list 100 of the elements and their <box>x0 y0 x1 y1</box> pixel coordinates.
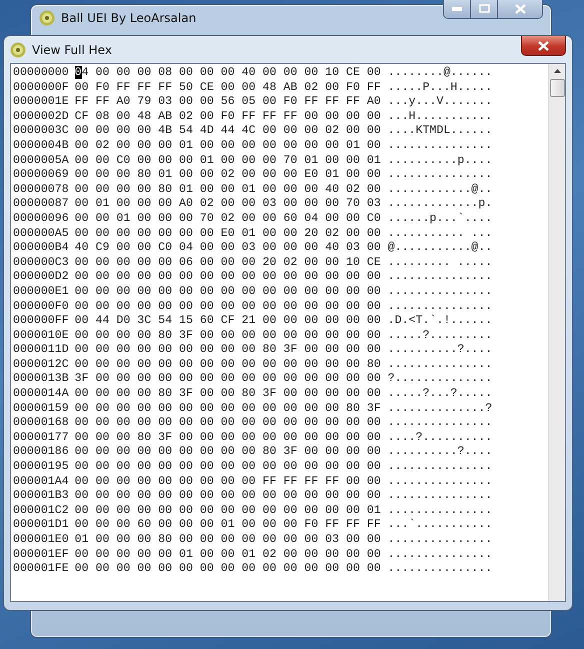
hex-bytes: 00 00 01 00 00 00 70 02 00 00 60 04 00 00 C0 <box>74 212 381 227</box>
hex-bytes: 00 00 00 00 00 00 00 00 00 00 00 00 00 00 00 <box>74 416 381 431</box>
ascii-text: ............... <box>388 416 492 431</box>
offset-label: 00000000 <box>13 66 69 81</box>
hex-bytes: 00 00 00 00 00 00 00 00 00 00 00 00 00 00 00 <box>74 460 381 475</box>
hex-bytes: 00 00 00 00 00 00 00 00 00 00 00 00 00 00 01 <box>74 504 381 518</box>
offset-label: 000001D1 <box>13 518 69 533</box>
offset-label: 0000012C <box>13 358 69 372</box>
ascii-text: ............... <box>388 138 492 154</box>
dialog-title: View Full Hex <box>32 42 112 56</box>
ascii-text: .D.<T.`.!...... <box>388 314 492 329</box>
ascii-text: ............... <box>388 460 492 475</box>
minimize-button[interactable] <box>444 0 471 18</box>
offset-label: 00000186 <box>13 445 69 460</box>
offset-label: 000001EF <box>13 548 69 562</box>
offset-label: 0000011D <box>13 343 69 358</box>
ascii-text: ............... <box>388 489 492 504</box>
ascii-text: ............... <box>388 504 492 518</box>
offset-label: 000000B4 <box>13 241 69 256</box>
offset-label: 0000005A <box>13 154 69 168</box>
hex-bytes: 00 00 00 60 00 00 00 01 00 00 00 F0 FF FF FF <box>74 518 381 533</box>
ascii-text: .............p. <box>388 197 492 212</box>
ascii-text: ....KTMDL...... <box>388 124 492 139</box>
hex-bytes: 00 00 00 00 80 3F 00 00 00 00 00 00 00 00 00 <box>74 328 381 344</box>
close-button[interactable] <box>521 36 566 56</box>
offset-label: 0000002D <box>13 110 69 124</box>
ascii-text: ............... <box>388 300 492 314</box>
ascii-text: .....P...H..... <box>388 80 492 96</box>
hex-bytes: 00 00 00 00 00 00 00 E0 01 00 00 20 02 00 00 <box>74 226 381 242</box>
ascii-text: ............@.. <box>388 182 492 198</box>
offset-label: 000000A5 <box>13 226 69 242</box>
scroll-thumb[interactable] <box>550 79 564 97</box>
offset-label: 0000010E <box>13 328 69 344</box>
offset-label: 000001A4 <box>13 474 69 490</box>
offset-label: 000001FE <box>13 562 69 577</box>
offset-label: 0000004B <box>13 138 69 154</box>
close-icon <box>514 4 526 14</box>
offset-label: 000001C2 <box>13 504 69 518</box>
hex-bytes: 00 00 00 80 3F 00 00 00 00 00 00 00 00 00 00 <box>74 430 381 446</box>
hex-bytes: 00 00 00 00 00 00 00 00 00 00 00 00 00 80 3F <box>74 402 381 416</box>
hex-bytes: 00 00 00 00 00 00 00 00 00 80 3F 00 00 00 00 <box>74 445 381 460</box>
offset-label: 0000000F <box>13 80 69 96</box>
hex-bytes: 00 00 C0 00 00 00 01 00 00 00 70 01 00 00 01 <box>74 154 381 168</box>
ascii-text: .....?......... <box>388 328 492 344</box>
hex-bytes: 00 00 00 00 00 01 00 00 01 02 00 00 00 00 00 <box>74 548 381 562</box>
ascii-text: ..............? <box>388 402 492 416</box>
ascii-text: ...`........... <box>388 518 492 533</box>
offset-label: 0000003C <box>13 124 69 139</box>
maximize-icon <box>478 4 490 13</box>
ascii-text: ......... ..... <box>388 256 492 270</box>
hex-bytes: 00 44 D0 3C 54 15 60 CF 21 00 00 00 00 00 00 <box>74 314 381 329</box>
hex-bytes: 01 00 00 00 80 00 00 00 00 00 00 00 03 00 00 <box>74 533 381 548</box>
ascii-text: ?.............. <box>388 372 492 388</box>
ascii-text: ..........?.... <box>388 445 492 460</box>
offset-label: 000000E1 <box>13 284 69 300</box>
hex-bytes: 3F 00 00 00 00 00 00 00 00 00 00 00 00 00 00 <box>74 372 381 388</box>
hex-bytes: 00 F0 FF FF FF 50 CE 00 00 48 AB 02 00 F0 FF <box>74 80 381 96</box>
hex-bytes: 00 02 00 00 00 01 00 00 00 00 00 00 00 01 00 <box>74 138 381 154</box>
hex-bytes: 00 00 00 00 80 3F 00 00 80 3F 00 00 00 00 00 <box>74 387 381 402</box>
hex-bytes: 00 00 00 00 00 00 00 00 00 00 00 00 00 00 00 <box>74 562 381 577</box>
ascii-text: ......p...`.... <box>388 212 492 227</box>
window-title: Ball UEI By LeoArsalan <box>61 11 196 25</box>
ascii-text: .....?...?..... <box>388 387 492 402</box>
disc-icon <box>10 42 26 58</box>
offset-label: 000000C3 <box>13 256 69 270</box>
ascii-text: ...H........... <box>388 110 492 124</box>
ascii-text: ...y...V....... <box>388 95 492 110</box>
offset-label: 00000087 <box>13 197 69 212</box>
offset-label: 00000078 <box>13 182 69 198</box>
hex-bytes: 00 00 00 00 80 01 00 00 01 00 00 00 40 02 00 <box>74 182 381 198</box>
ascii-text: ............... <box>388 168 492 183</box>
ascii-text: ........... ... <box>388 226 492 242</box>
ascii-text: ............... <box>388 284 492 300</box>
offset-label: 0000001E <box>13 95 69 110</box>
offset-label: 00000195 <box>13 460 69 475</box>
ascii-text: ............... <box>388 548 492 562</box>
ascii-text: ............... <box>388 562 492 577</box>
hex-bytes: 40 C9 00 00 C0 04 00 00 03 00 00 00 40 03 00 <box>74 241 381 256</box>
up-arrow-icon <box>554 69 560 73</box>
hex-bytes: 00 00 00 00 4B 54 4D 44 4C 00 00 00 02 00 00 <box>74 124 381 139</box>
ascii-text: ............... <box>388 533 492 548</box>
ascii-text: ....?.......... <box>388 430 492 446</box>
hex-bytes: 00 00 00 00 00 06 00 00 00 20 02 00 00 10 CE <box>74 256 381 270</box>
offset-label: 000001E0 <box>13 533 69 548</box>
offset-label: 00000168 <box>13 416 69 431</box>
ascii-text: ..........?.... <box>388 343 492 358</box>
offset-label: 000001B3 <box>13 489 69 504</box>
hex-bytes: 00 00 00 00 00 00 00 00 00 00 00 00 00 00 00 <box>74 300 381 314</box>
maximize-button[interactable] <box>471 0 498 18</box>
offset-label: 00000069 <box>13 168 69 183</box>
hex-bytes: FF FF A0 79 03 00 00 56 05 00 F0 FF FF FF A0 <box>74 95 381 110</box>
hex-bytes: 00 00 00 80 01 00 00 02 00 00 00 E0 01 00 00 <box>74 168 381 183</box>
hex-bytes: 00 01 00 00 00 A0 02 00 00 03 00 00 00 70 03 <box>74 197 381 212</box>
hex-bytes: 00 00 00 00 00 00 00 00 00 00 00 00 00 00 00 <box>74 270 381 285</box>
ascii-text: ............... <box>388 358 492 372</box>
offset-label: 00000096 <box>13 212 69 227</box>
ascii-text: ............... <box>388 474 492 490</box>
minimize-icon <box>452 6 462 10</box>
offset-label: 00000159 <box>13 402 69 416</box>
scrollbar[interactable] <box>548 64 565 601</box>
